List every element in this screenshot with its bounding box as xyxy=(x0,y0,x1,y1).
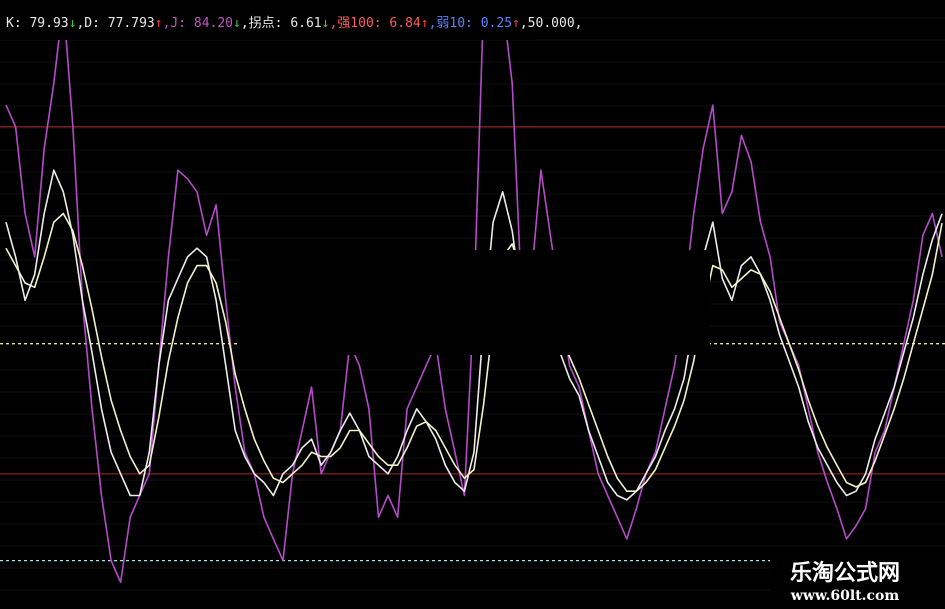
legend-arrow-3: ↓ xyxy=(322,16,330,31)
legend-entry-6: ,50.000, xyxy=(520,16,583,31)
legend-entry-3: ,拐点: 6.61 xyxy=(241,16,322,31)
legend-bar: K: 79.93↓,D: 77.793↑,J: 84.20↓,拐点: 6.61↓… xyxy=(0,0,582,40)
legend-entry-2: ,J: 84.20 xyxy=(163,16,233,31)
legend-entry-4: ,强100: 6.84 xyxy=(329,16,420,31)
legend-entry-5: ,弱10: 0.25 xyxy=(429,16,512,31)
legend-arrow-2: ↓ xyxy=(233,16,241,31)
kdj-indicator-chart: K: 79.93↓,D: 77.793↑,J: 84.20↓,拐点: 6.61↓… xyxy=(0,0,945,609)
legend-entry-1: ,D: 77.793 xyxy=(76,16,154,31)
watermark-title: 乐淘公式网 xyxy=(790,560,900,586)
legend-arrow-1: ↑ xyxy=(155,16,163,31)
legend-text: K: 79.93↓,D: 77.793↑,J: 84.20↓,拐点: 6.61↓… xyxy=(6,16,582,31)
legend-arrow-0: ↓ xyxy=(69,16,77,31)
watermark-url: www.60lt.com xyxy=(790,588,900,604)
legend-entry-0: K: 79.93 xyxy=(6,16,69,31)
occlusion-patch xyxy=(240,250,710,355)
watermark: 乐淘公式网 www.60lt.com xyxy=(790,560,900,604)
chart-canvas: K: 79.93↓,D: 77.793↑,J: 84.20↓,拐点: 6.61↓… xyxy=(0,0,945,609)
legend-arrow-4: ↑ xyxy=(421,16,429,31)
legend-arrow-5: ↑ xyxy=(512,16,520,31)
